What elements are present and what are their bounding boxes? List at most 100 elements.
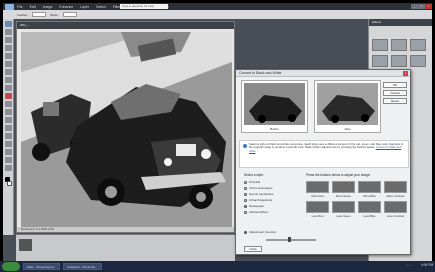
intensity-slider[interactable] bbox=[266, 239, 316, 241]
less-blue-button[interactable] bbox=[358, 201, 381, 213]
radio-icon bbox=[244, 204, 247, 208]
reset-button[interactable]: Reset bbox=[383, 98, 407, 104]
taskbar-item[interactable]: Effec - Photoshop E... bbox=[23, 263, 61, 270]
style-label: Select a style: bbox=[244, 173, 264, 177]
style-option-label: Portraits bbox=[249, 180, 261, 184]
more-blue-button[interactable] bbox=[358, 181, 381, 193]
style-option[interactable]: Scenic Landscape bbox=[244, 192, 274, 196]
image-canvas[interactable] bbox=[21, 32, 232, 230]
app-logo bbox=[5, 3, 14, 10]
menu-layer[interactable]: Layer bbox=[80, 5, 89, 9]
palette-title: Effects bbox=[369, 19, 432, 26]
style-option-label: Urban/Snapshots bbox=[249, 198, 273, 202]
eyedropper-tool-icon[interactable] bbox=[5, 45, 12, 51]
style-option[interactable]: Vivid Landscapes bbox=[244, 186, 272, 190]
more-red-button[interactable] bbox=[306, 181, 329, 193]
less-green-button[interactable] bbox=[332, 201, 355, 213]
effect-thumbnail[interactable] bbox=[372, 39, 388, 51]
red-eye-tool-icon[interactable] bbox=[5, 93, 12, 99]
ok-button[interactable]: OK bbox=[383, 82, 407, 88]
toolbox bbox=[3, 19, 14, 235]
effect-thumbnail[interactable] bbox=[391, 55, 407, 67]
style-option-label: Infrared Effect bbox=[249, 210, 268, 214]
menu-edit[interactable]: Edit bbox=[30, 5, 36, 9]
menu-image[interactable]: Image bbox=[43, 5, 53, 9]
cancel-button[interactable]: Cancel bbox=[383, 90, 407, 96]
hand-tool-icon[interactable] bbox=[5, 37, 12, 43]
document-title: IMG_... bbox=[17, 22, 234, 29]
start-button[interactable] bbox=[2, 262, 20, 271]
clone-tool-icon[interactable] bbox=[5, 109, 12, 115]
document-window: IMG_... Document: 6.17M/6.17M bbox=[16, 21, 235, 233]
mode-label: Mode: bbox=[50, 12, 59, 17]
more-green-button[interactable] bbox=[332, 181, 355, 193]
undo-button[interactable]: Undo bbox=[244, 246, 262, 252]
lasso-tool-icon[interactable] bbox=[5, 61, 12, 67]
style-option[interactable]: Infrared Effect bbox=[244, 210, 268, 214]
style-option[interactable]: Newspaper bbox=[244, 204, 264, 208]
intensity-label: Adjustment Intensity: bbox=[249, 230, 277, 234]
dialog-close-icon[interactable]: × bbox=[403, 71, 408, 76]
zoom-tool-icon[interactable] bbox=[5, 29, 12, 35]
menu-file[interactable]: File bbox=[17, 5, 23, 9]
marquee-tool-icon[interactable] bbox=[5, 53, 12, 59]
maximize-button[interactable]: □ bbox=[418, 4, 425, 9]
sponge-tool-icon[interactable] bbox=[5, 165, 12, 171]
crop-tool-icon[interactable] bbox=[5, 85, 12, 91]
minimize-button[interactable]: _ bbox=[411, 4, 418, 9]
effect-thumbnail[interactable] bbox=[410, 39, 426, 51]
style-option[interactable]: Urban/Snapshots bbox=[244, 198, 272, 202]
menu-select[interactable]: Select bbox=[96, 5, 106, 9]
less-contrast-button[interactable] bbox=[384, 201, 407, 213]
more-contrast-button[interactable] bbox=[384, 181, 407, 193]
more-contrast-label: More Contrast bbox=[386, 194, 405, 198]
less-red-button[interactable] bbox=[306, 201, 329, 213]
style-option[interactable]: Portraits bbox=[244, 180, 260, 184]
less-blue-label: Less Blue bbox=[363, 214, 376, 218]
info-icon bbox=[243, 144, 247, 148]
effect-thumbnail[interactable] bbox=[372, 55, 388, 67]
less-green-label: Less Green bbox=[336, 214, 351, 218]
style-option-label: Scenic Landscape bbox=[249, 192, 274, 196]
menu-enhance[interactable]: Enhance bbox=[59, 5, 73, 9]
adjust-label: Press the buttons below to adjust your i… bbox=[306, 173, 371, 177]
shape-tool-icon[interactable] bbox=[5, 149, 12, 155]
paint-bucket-tool-icon[interactable] bbox=[5, 133, 12, 139]
tip-text: Select a style of black and white conver… bbox=[249, 142, 407, 153]
photoshop-window: File Edit Image Enhance Layer Select Fil… bbox=[3, 3, 432, 261]
move-tool-icon[interactable] bbox=[5, 21, 12, 27]
style-option-label: Vivid Landscapes bbox=[249, 186, 273, 190]
more-red-label: More Red bbox=[311, 194, 324, 198]
document-status-bar: Document: 6.17M/6.17M bbox=[17, 227, 234, 232]
close-window-button[interactable]: × bbox=[425, 4, 432, 9]
gradient-tool-icon[interactable] bbox=[5, 141, 12, 147]
before-image bbox=[244, 83, 305, 125]
effect-thumbnail[interactable] bbox=[391, 39, 407, 51]
tray-icons: ● ● bbox=[406, 263, 411, 267]
convert-bw-dialog: Convert to Black and White × Before Afte… bbox=[235, 69, 411, 255]
feather-input[interactable] bbox=[32, 12, 47, 17]
after-image bbox=[317, 83, 378, 125]
radio-icon bbox=[244, 210, 247, 214]
slider-thumb[interactable] bbox=[288, 237, 291, 242]
magic-wand-tool-icon[interactable] bbox=[5, 69, 12, 75]
effect-thumbnail[interactable] bbox=[410, 55, 426, 67]
after-label: After bbox=[344, 127, 351, 131]
text-tool-icon[interactable] bbox=[5, 77, 12, 83]
blur-tool-icon[interactable] bbox=[5, 157, 12, 163]
more-green-label: More Green bbox=[336, 194, 351, 198]
healing-tool-icon[interactable] bbox=[5, 101, 12, 107]
mode-select[interactable] bbox=[62, 12, 77, 17]
radio-icon bbox=[244, 198, 247, 202]
help-search-input[interactable]: Type a question for help bbox=[120, 4, 168, 9]
radio-icon bbox=[244, 186, 247, 190]
checkbox-icon bbox=[244, 230, 247, 234]
background-color-swatch[interactable] bbox=[7, 181, 12, 186]
brush-tool-icon[interactable] bbox=[5, 125, 12, 131]
taskbar-item[interactable]: Snapshot - Photosho... bbox=[63, 263, 102, 270]
more-blue-label: More Blue bbox=[363, 194, 376, 198]
eraser-tool-icon[interactable] bbox=[5, 117, 12, 123]
radio-icon bbox=[244, 180, 247, 184]
less-red-label: Less Red bbox=[311, 214, 324, 218]
project-bin-thumbnail[interactable] bbox=[19, 239, 32, 251]
